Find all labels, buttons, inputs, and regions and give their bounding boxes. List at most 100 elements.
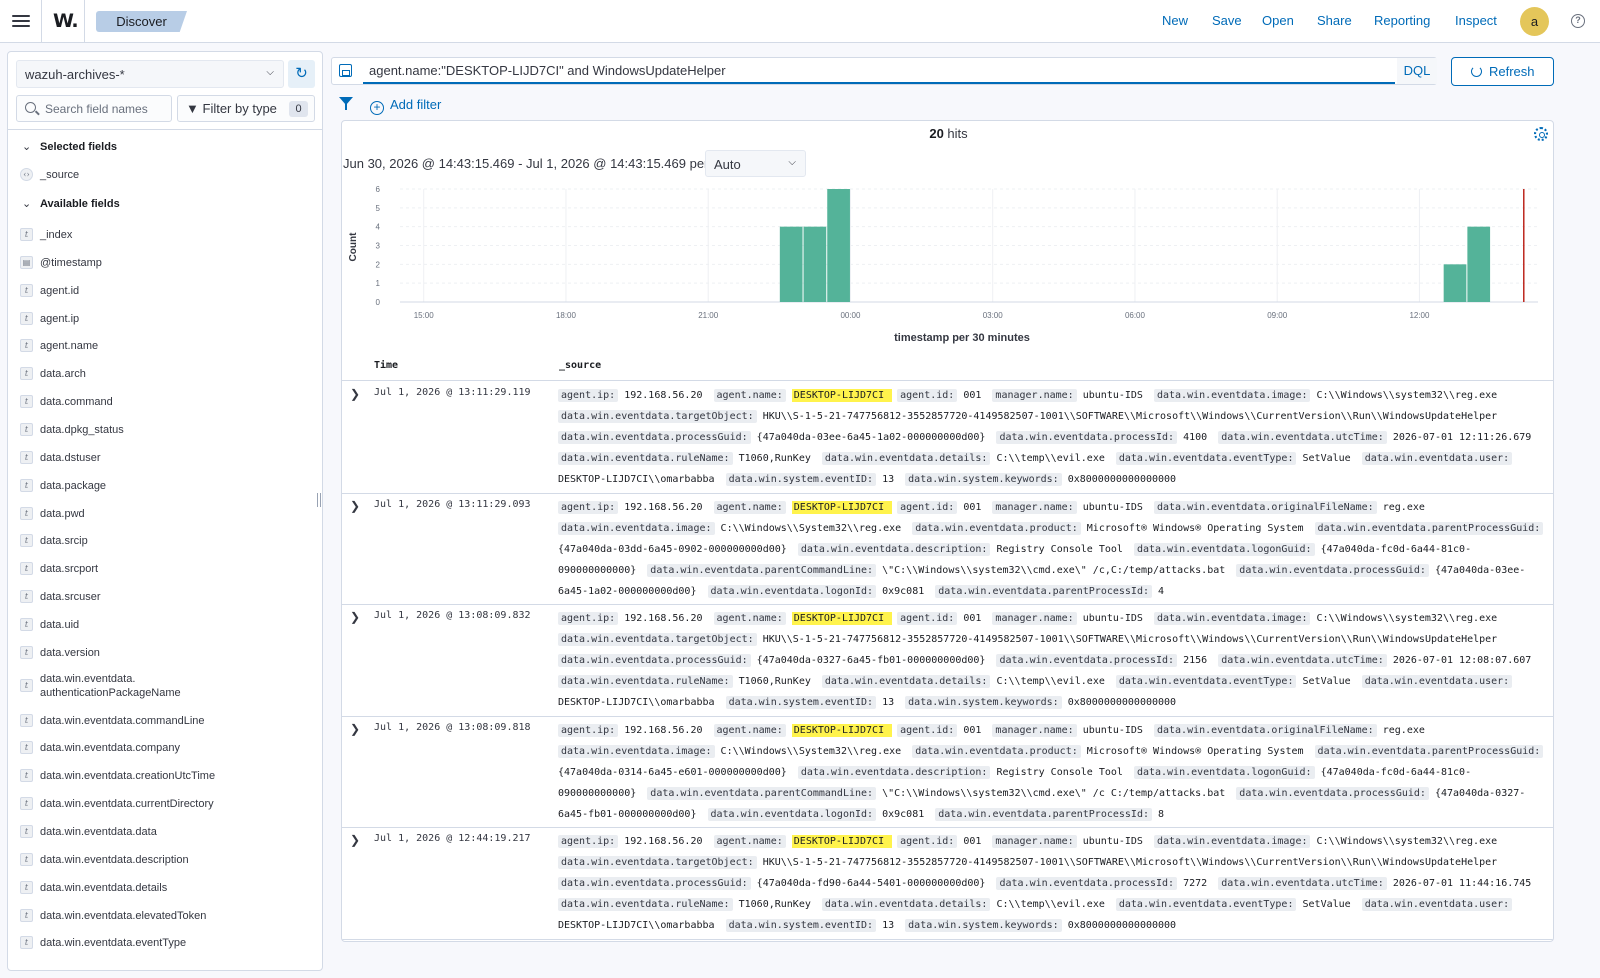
source-field-key: data.win.eventdata.logonGuid:	[1133, 765, 1315, 779]
source-field-value: 13	[882, 920, 901, 931]
source-field-value: DESKTOP-LIJD7CI\\omarbabba	[558, 920, 721, 931]
selected-fields-label: Selected fields	[40, 141, 118, 153]
source-field-value: 4	[1158, 585, 1165, 597]
source-field-key: data.win.eventdata.processGuid:	[1236, 786, 1429, 800]
source-field-key: data.win.eventdata.details:	[821, 675, 991, 688]
expand-row-icon[interactable]: ❯	[350, 723, 362, 735]
source-field-value: {47a040da-fd90-6a44-5401-000000000d00}	[756, 878, 992, 889]
source-field-value: C:\\Windows\\system32\\reg.exe	[1316, 390, 1498, 401]
inspect-button[interactable]: Inspect	[1455, 13, 1497, 28]
field-name: data.uid	[40, 618, 80, 631]
source-field-key: data.win.system.keywords:	[905, 919, 1062, 932]
interval-select[interactable]: Auto ⌵	[705, 150, 806, 177]
source-field-key: data.win.eventdata.description:	[797, 765, 991, 779]
hits-label: hits	[943, 126, 968, 141]
field-name: data.pwd	[40, 507, 85, 520]
x-tick-label: 09:00	[1267, 311, 1288, 320]
chevron-down-icon: ⌵	[266, 67, 274, 78]
add-filter-button[interactable]: + Add filter	[370, 97, 441, 115]
source-field-value: {47a040da-03dd-6a45-0902-000000000d00}	[558, 543, 793, 555]
source-field-value: DESKTOP-LIJD7CI\\omarbabba	[558, 697, 721, 708]
field-name: data.win.eventdata.eventType	[40, 937, 187, 950]
share-button[interactable]: Share	[1317, 13, 1352, 28]
user-avatar[interactable]: a	[1520, 7, 1549, 36]
save-button[interactable]: Save	[1212, 13, 1242, 28]
source-field-key: agent.id:	[897, 835, 958, 848]
source-field-value: {47a040da-0314-6a45-e601-000000000d00}	[558, 766, 793, 778]
source-field-value: ubuntu-IDS	[1082, 836, 1149, 847]
saved-query-icon[interactable]	[339, 64, 352, 77]
query-language-toggle[interactable]: DQL	[1397, 58, 1437, 84]
index-pattern-select[interactable]: wazuh-archives-* ⌵	[16, 60, 284, 88]
source-field-key: data.win.eventdata.ruleName:	[558, 452, 733, 465]
query-input[interactable]: agent.name:"DESKTOP-LIJD7CI" and Windows…	[363, 58, 1395, 84]
source-field-key: data.win.eventdata.user:	[1361, 898, 1513, 911]
source-field-value: reg.exe	[1382, 501, 1425, 513]
string-type-icon: t	[20, 852, 33, 866]
source-field-value: 192.168.56.20	[624, 501, 709, 513]
column-header-source[interactable]: _source	[559, 360, 601, 371]
document-row: ❯ Jul 1, 2026 @ 13:11:29.093 agent.ip: 192…	[342, 494, 1553, 605]
filter-by-type-label: Filter by type	[202, 101, 277, 116]
source-field-key: data.win.eventdata.targetObject:	[558, 856, 757, 869]
menu-icon[interactable]	[12, 12, 30, 30]
expand-row-icon[interactable]: ❯	[350, 388, 362, 400]
field-search-input[interactable]: Search field names	[16, 95, 172, 122]
field-name: data.package	[40, 479, 107, 492]
source-field-key: data.win.eventdata.processGuid:	[1236, 563, 1429, 577]
new-button[interactable]: New	[1162, 13, 1188, 28]
selected-fields-toggle[interactable]: ⌄ Selected fields	[22, 140, 117, 153]
filter-by-type-button[interactable]: ▼︎ Filter by type 0	[177, 95, 315, 122]
field-name: data.command	[40, 396, 113, 409]
source-field-key: data.win.eventdata.image:	[1153, 389, 1311, 402]
y-tick-label: 2	[376, 260, 381, 269]
refresh-button[interactable]: Refresh	[1451, 57, 1554, 86]
sidebar-resize-handle[interactable]	[317, 493, 321, 507]
hits-count: 20	[929, 126, 944, 141]
string-type-icon: t	[20, 769, 33, 783]
string-type-icon: t	[20, 797, 33, 811]
source-field-key: agent.id:	[897, 389, 958, 402]
open-button[interactable]: Open	[1262, 13, 1294, 28]
source-field-key: data.win.eventdata.originalFileName:	[1153, 500, 1377, 514]
source-field-key: agent.ip:	[558, 612, 619, 625]
string-type-icon: t	[20, 450, 33, 464]
available-fields-toggle[interactable]: ⌄ Available fields	[22, 197, 120, 210]
date-type-icon: ▤	[20, 255, 33, 269]
interval-value: Auto	[714, 157, 741, 172]
source-field-key: data.win.eventdata.description:	[797, 542, 991, 556]
filter-icon[interactable]	[339, 97, 353, 110]
field-name: data.arch	[40, 368, 86, 381]
source-field-key: data.win.eventdata.product:	[912, 744, 1081, 758]
field-name: data.dpkg_status	[40, 423, 124, 436]
source-field-value: 192.168.56.20	[624, 613, 709, 624]
refresh-index-icon[interactable]: ↻	[288, 60, 315, 88]
document-time: Jul 1, 2026 @ 13:08:09.832	[374, 610, 531, 621]
column-header-time[interactable]: Time	[374, 360, 398, 371]
reporting-button[interactable]: Reporting	[1374, 13, 1430, 28]
document-row: ❯ Jul 1, 2026 @ 13:11:29.119 agent.ip: 192…	[342, 382, 1553, 494]
source-field-key: agent.name:	[713, 723, 786, 737]
source-field-key: data.win.eventdata.utcTime:	[1218, 654, 1387, 667]
breadcrumb-discover[interactable]: Discover	[96, 11, 187, 32]
source-field-value: 0x8000000000000000	[1067, 697, 1177, 708]
field-name: data.dstuser	[40, 451, 101, 464]
expand-row-icon[interactable]: ❯	[350, 611, 362, 623]
source-field-key: agent.id:	[897, 500, 958, 514]
source-field-value: HKU\\S-1-5-21-747756812-3552857720-41495…	[762, 411, 1498, 422]
gear-icon[interactable]	[1534, 127, 1548, 141]
document-row: ❯ Jul 1, 2026 @ 12:44:19.217 agent.ip: 192…	[342, 828, 1553, 940]
field-name: data.srcip	[40, 535, 88, 548]
source-field-value: 4100	[1183, 432, 1214, 443]
source-field-key: data.win.eventdata.logonId:	[707, 584, 877, 598]
source-field-value: 192.168.56.20	[624, 724, 709, 736]
app-logo[interactable]: W.	[53, 10, 79, 32]
expand-row-icon[interactable]: ❯	[350, 500, 362, 512]
field-name: agent.ip	[40, 312, 80, 325]
source-field-key: agent.id:	[897, 612, 958, 625]
expand-row-icon[interactable]: ❯	[350, 834, 362, 846]
add-filter-label: Add filter	[390, 97, 442, 112]
help-icon[interactable]: ?	[1571, 14, 1585, 28]
source-field-value: 2026-07-01 12:11:26.679	[1392, 432, 1532, 443]
highlighted-field-value: DESKTOP-LIJD7CI	[791, 723, 893, 737]
